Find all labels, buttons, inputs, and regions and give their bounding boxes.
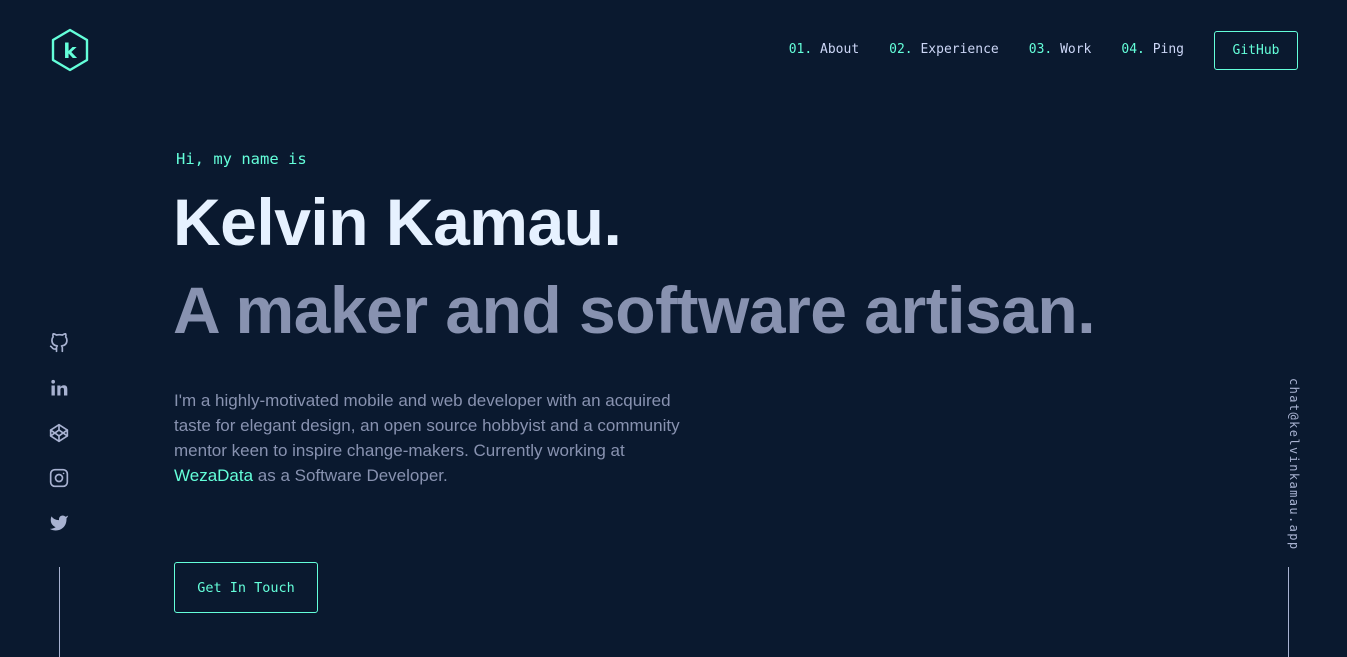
social-links bbox=[48, 332, 70, 557]
bio-text-start: I'm a highly-motivated mobile and web de… bbox=[174, 391, 680, 460]
github-button[interactable]: GitHub bbox=[1214, 31, 1298, 70]
nav-item-work[interactable]: 03. Work bbox=[1029, 42, 1092, 57]
nav-number: 01. bbox=[788, 42, 813, 57]
left-rail-line bbox=[59, 567, 60, 657]
nav-number: 04. bbox=[1121, 42, 1145, 57]
linkedin-link[interactable] bbox=[48, 377, 70, 399]
github-icon bbox=[49, 333, 68, 353]
nav-label: Work bbox=[1060, 42, 1092, 57]
nav-item-ping[interactable]: 04. Ping bbox=[1121, 42, 1184, 57]
company-link[interactable]: WezaData bbox=[174, 466, 253, 485]
nav-item-about[interactable]: 01. About bbox=[789, 42, 859, 57]
nav-number: 02. bbox=[889, 42, 913, 57]
github-link[interactable] bbox=[48, 332, 70, 354]
email-link[interactable]: chat@kelvinkamau.app bbox=[1275, 378, 1301, 551]
hero-tagline: A maker and software artisan. bbox=[173, 273, 1096, 347]
twitter-icon bbox=[49, 515, 69, 531]
nav-label: Experience bbox=[920, 42, 999, 57]
twitter-link[interactable] bbox=[48, 512, 70, 534]
codepen-icon bbox=[49, 423, 69, 443]
hero-name: Kelvin Kamau. bbox=[173, 185, 622, 259]
logo-letter: k bbox=[63, 39, 77, 63]
codepen-link[interactable] bbox=[48, 422, 70, 444]
linkedin-icon bbox=[51, 379, 68, 396]
hero-bio: I'm a highly-motivated mobile and web de… bbox=[174, 388, 694, 488]
main-nav: 01. About 02. Experience 03. Work 04. Pi… bbox=[789, 31, 1298, 70]
nav-number: 03. bbox=[1028, 42, 1053, 57]
hexagon-logo-icon: k bbox=[51, 28, 89, 72]
nav-label: Ping bbox=[1152, 42, 1184, 57]
get-in-touch-button[interactable]: Get In Touch bbox=[174, 562, 318, 613]
logo-link[interactable]: k bbox=[50, 28, 90, 72]
instagram-link[interactable] bbox=[48, 467, 70, 489]
instagram-icon bbox=[49, 468, 69, 488]
nav-item-experience[interactable]: 02. Experience bbox=[889, 42, 999, 57]
right-rail-line bbox=[1288, 567, 1289, 657]
nav-label: About bbox=[820, 42, 860, 57]
greeting-text: Hi, my name is bbox=[176, 150, 307, 168]
bio-text-end: as a Software Developer. bbox=[253, 466, 448, 485]
